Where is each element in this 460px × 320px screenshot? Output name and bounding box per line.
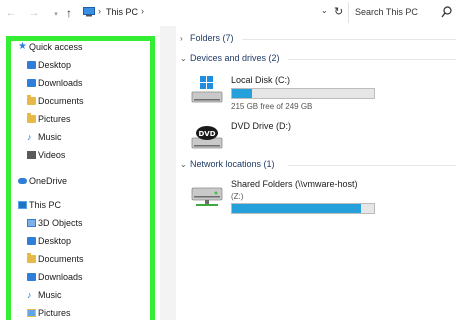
music-icon: ♪	[27, 290, 32, 300]
back-arrow-icon[interactable]: ←	[5, 6, 17, 20]
documents-folder-icon	[27, 95, 36, 105]
content-pane: › Folders (7) ⌄ Devices and drives (2) Loc…	[176, 26, 460, 320]
recent-locations-chevron-icon[interactable]: ▾	[50, 8, 62, 22]
group-header-devices[interactable]: ⌄ Devices and drives (2)	[180, 53, 280, 67]
drive-name: Shared Folders (\\vmware-host)	[231, 179, 358, 189]
nav-label: Desktop	[38, 60, 72, 70]
nav-label: OneDrive	[29, 176, 68, 186]
3d-objects-icon	[27, 219, 36, 227]
star-icon: ★	[18, 41, 27, 52]
nav-label: Quick access	[29, 42, 83, 52]
group-header-folders[interactable]: › Folders (7)	[180, 33, 234, 47]
this-pc-icon	[18, 201, 27, 209]
desktop-folder-icon	[27, 61, 36, 69]
group-header-network[interactable]: ⌄ Network locations (1)	[180, 159, 275, 173]
drive-usage-fill	[232, 204, 362, 213]
drive-free-space: 215 GB free of 249 GB	[231, 102, 313, 111]
nav-label: Music	[38, 290, 62, 300]
network-drive-z[interactable]: Shared Folders (\\vmware-host) (Z:)	[190, 176, 390, 216]
navigation-scrollbar[interactable]	[160, 26, 176, 320]
address-toolbar: ← → ▾ ↑ › This PC › ⌄ ↻ Search This PC	[0, 0, 460, 26]
drive-usage-bar	[231, 88, 375, 99]
drive-dvd-d[interactable]: DVD DVD Drive (D:)	[190, 118, 390, 158]
drive-local-disk-c[interactable]: Local Disk (C:) 215 GB free of 249 GB	[190, 72, 390, 112]
search-icon[interactable]	[441, 6, 452, 18]
address-history-chevron-icon[interactable]: ⌄	[321, 6, 328, 15]
downloads-folder-icon	[27, 79, 36, 87]
downloads-folder-icon	[27, 273, 36, 281]
chevron-down-icon: ⌄	[180, 54, 187, 63]
nav-label: Pictures	[38, 114, 71, 124]
chevron-down-icon: ⌄	[180, 160, 187, 169]
refresh-icon[interactable]: ↻	[334, 5, 343, 18]
group-label: Folders (7)	[190, 33, 234, 43]
group-divider	[288, 165, 456, 166]
svg-text:DVD: DVD	[198, 130, 215, 138]
address-bar[interactable]: › This PC › ⌄	[80, 2, 332, 23]
desktop-folder-icon	[27, 237, 36, 245]
drive-usage-bar	[231, 203, 375, 214]
nav-label: Documents	[38, 254, 84, 264]
nav-label: Desktop	[38, 236, 72, 246]
nav-label: This PC	[29, 200, 62, 210]
breadcrumb-separator-icon[interactable]: ›	[98, 6, 101, 16]
drive-letter: (Z:)	[231, 192, 244, 201]
pictures-folder-icon	[27, 309, 36, 317]
windows-drive-icon	[191, 76, 223, 103]
search-input[interactable]: Search This PC	[355, 7, 418, 17]
videos-icon	[27, 151, 36, 159]
pictures-folder-icon	[27, 113, 36, 123]
nav-label: 3D Objects	[38, 218, 83, 228]
navigation-pane: ★ Quick access Desktop Downloads Documen…	[0, 26, 176, 320]
this-pc-icon	[83, 7, 95, 17]
group-divider	[288, 59, 456, 60]
nav-label: Downloads	[38, 272, 83, 282]
forward-arrow-icon[interactable]: →	[28, 6, 40, 20]
nav-label: Pictures	[38, 308, 71, 318]
up-arrow-icon[interactable]: ↑	[63, 6, 75, 20]
nav-label: Videos	[38, 150, 66, 160]
onedrive-cloud-icon	[18, 178, 27, 184]
drive-name: DVD Drive (D:)	[231, 121, 291, 131]
dvd-drive-icon: DVD	[191, 126, 223, 149]
nav-label: Documents	[38, 96, 84, 106]
nav-label: Music	[38, 132, 62, 142]
group-divider	[242, 39, 456, 40]
group-label: Network locations (1)	[190, 159, 275, 169]
drive-usage-fill	[232, 89, 252, 98]
nav-label: Downloads	[38, 78, 83, 88]
group-label: Devices and drives (2)	[190, 53, 280, 63]
breadcrumb-this-pc[interactable]: This PC	[106, 7, 138, 17]
documents-folder-icon	[27, 253, 36, 263]
network-drive-icon	[191, 187, 223, 206]
search-box[interactable]: Search This PC	[348, 2, 458, 23]
chevron-right-icon: ›	[180, 34, 183, 43]
drive-name: Local Disk (C:)	[231, 75, 291, 85]
breadcrumb-separator-icon[interactable]: ›	[141, 6, 144, 16]
music-icon: ♪	[27, 132, 32, 142]
